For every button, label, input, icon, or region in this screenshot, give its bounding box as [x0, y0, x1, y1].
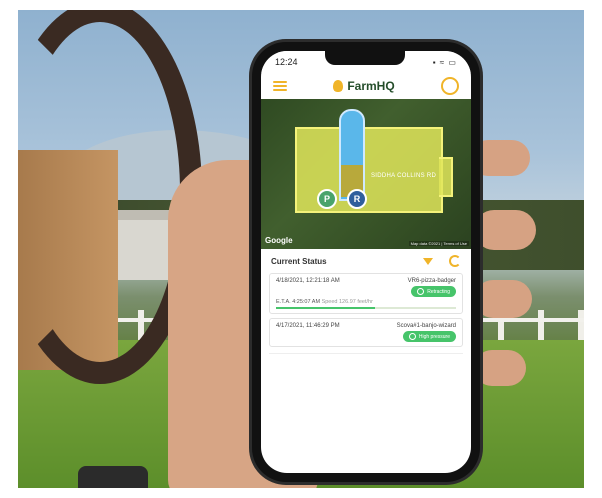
- google-logo: Google: [265, 236, 293, 245]
- leaf-logo-icon: [333, 80, 344, 92]
- current-status-header: Current Status: [261, 249, 471, 269]
- status-time: 12:24: [275, 57, 298, 67]
- status-icon: [408, 333, 416, 340]
- brand-logo: FarmHQ: [333, 79, 395, 93]
- eta-line: E.T.A. 4:25:07 AM Speed 126.97 feet/hr: [276, 299, 456, 305]
- pump-marker[interactable]: P: [317, 189, 337, 209]
- signal-wifi-battery-icon: ▪ ≈ ▭: [432, 57, 457, 67]
- progress-bar: [276, 307, 456, 309]
- satellite-map[interactable]: SIDDHA COLLINS RD P R Google Map data ©2…: [261, 99, 471, 249]
- finger: [474, 350, 526, 386]
- map-attribution[interactable]: Map data ©2021 | Terms of Use: [408, 241, 469, 246]
- status-list-empty-area: [269, 353, 463, 473]
- notch: [325, 51, 406, 65]
- finger: [474, 280, 532, 318]
- status-badge: High pressure: [402, 331, 456, 342]
- app-bar: FarmHQ: [261, 73, 471, 99]
- phone-screen: 12:24 ▪ ≈ ▭ FarmHQ SIDDHA COLLINS RD P R…: [261, 51, 471, 473]
- field-boundary-extension: [439, 157, 453, 197]
- status-timestamp: 4/18/2021, 12:21:18 AM: [276, 278, 340, 284]
- status-icon: [417, 288, 425, 295]
- status-bar: 12:24 ▪ ≈ ▭: [261, 51, 471, 73]
- finger: [474, 210, 536, 250]
- wrist-watch: [78, 466, 148, 488]
- reel-marker[interactable]: R: [347, 189, 367, 209]
- status-badge-label: High pressure: [418, 333, 450, 340]
- status-card[interactable]: 4/17/2021, 11:46:29 PM Scova#1-banjo-wiz…: [269, 318, 463, 347]
- status-card[interactable]: 4/18/2021, 12:21:18 AM VR6-pizza-badger …: [269, 273, 463, 314]
- field-name-label: SIDDHA COLLINS RD: [371, 173, 437, 179]
- eta-label: E.T.A. 4:25:07 AM: [276, 299, 321, 305]
- current-status-title: Current Status: [271, 256, 327, 266]
- device-name: Scova#1-banjo-wizard: [396, 323, 456, 329]
- user-account-icon[interactable]: [441, 77, 459, 95]
- device-name: VR6-pizza-badger: [407, 278, 456, 284]
- brand-name: FarmHQ: [347, 79, 395, 93]
- status-badge-label: Retracting: [427, 288, 450, 295]
- refresh-icon[interactable]: [449, 255, 461, 267]
- filter-icon[interactable]: [423, 257, 433, 265]
- status-badge: Retracting: [411, 286, 456, 297]
- status-timestamp: 4/17/2021, 11:46:29 PM: [276, 323, 340, 329]
- smartphone: 12:24 ▪ ≈ ▭ FarmHQ SIDDHA COLLINS RD P R…: [252, 42, 480, 482]
- menu-icon[interactable]: [273, 81, 287, 91]
- progress-fill: [276, 307, 375, 309]
- speed-label: Speed 126.97 feet/hr: [321, 299, 373, 305]
